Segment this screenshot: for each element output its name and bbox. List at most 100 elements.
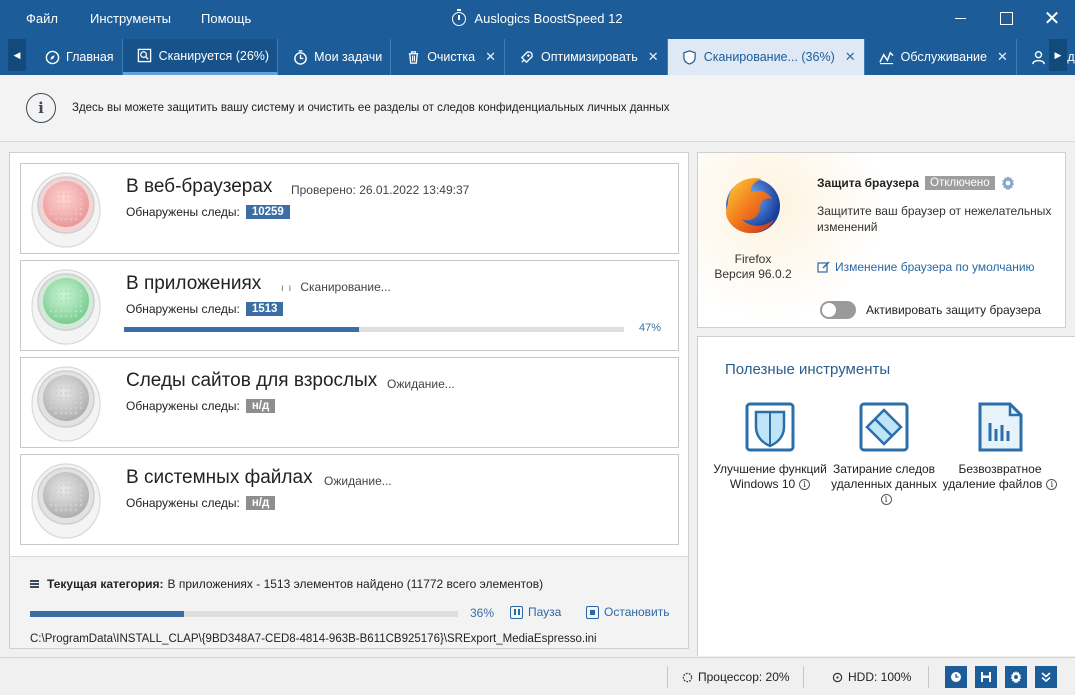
traces-found-label: Обнаружены следы: bbox=[126, 302, 240, 316]
schedule-button[interactable] bbox=[945, 666, 967, 688]
tab-label: Мои задачи bbox=[314, 50, 383, 64]
cpu-usage: Процессор: 20% bbox=[682, 670, 790, 684]
tab-7[interactable]: Обслуживание ✕ bbox=[865, 39, 1017, 75]
stopwatch-icon bbox=[452, 8, 467, 26]
tab-2[interactable]: Сканируется (26%) bbox=[122, 39, 279, 75]
browser-name: Firefox bbox=[734, 252, 772, 266]
scan-category-3[interactable]: Следы сайтов для взрослых Ожидание... Об… bbox=[20, 357, 679, 448]
hdd-usage: HDD: 100% bbox=[832, 670, 911, 684]
tool-file-shredder[interactable]: Безвозвратное удаление файлов i bbox=[940, 401, 1060, 492]
stop-icon bbox=[586, 605, 599, 619]
current-category-value: В приложениях - 1513 элементов найдено (… bbox=[167, 577, 544, 591]
tab-5[interactable]: Оптимизировать ✕ bbox=[505, 39, 668, 75]
category-progress-percent: 47% bbox=[639, 322, 662, 334]
traces-found-label: Обнаружены следы: bbox=[126, 399, 240, 413]
tab-close-icon[interactable]: ✕ bbox=[845, 49, 856, 65]
tab-close-icon[interactable]: ✕ bbox=[648, 49, 659, 65]
tab-label: Оптимизировать bbox=[540, 50, 638, 64]
traces-found: Обнаружены следы: н/д bbox=[126, 399, 276, 413]
maximize-button[interactable] bbox=[983, 0, 1029, 37]
scan-icon bbox=[137, 48, 153, 64]
shield-icon bbox=[682, 49, 698, 65]
info-icon[interactable]: i bbox=[880, 494, 892, 506]
tab-scroll-right-button[interactable]: ▶ bbox=[1049, 39, 1067, 71]
settings-button[interactable] bbox=[1005, 666, 1027, 688]
gear-icon bbox=[1010, 671, 1022, 683]
overall-progress-percent: 36% bbox=[470, 606, 495, 620]
save-icon bbox=[981, 672, 991, 682]
status-light-icon bbox=[31, 364, 101, 442]
protection-status-badge: Отключено bbox=[925, 176, 995, 190]
tool-wipe-label: Затирание следов удаленных данных bbox=[831, 462, 937, 491]
menu-help[interactable]: Помощь bbox=[201, 11, 281, 26]
category-status-text: Ожидание... bbox=[324, 474, 392, 488]
category-status-text: Ожидание... bbox=[387, 377, 455, 391]
traces-count-badge: н/д bbox=[245, 399, 276, 413]
overall-progress-bar bbox=[30, 611, 458, 617]
tab-3[interactable]: Мои задачи bbox=[278, 39, 392, 75]
list-icon bbox=[30, 580, 39, 588]
category-progress-bar bbox=[124, 327, 624, 332]
browser-protection-panel: Firefox Версия 96.0.2 Защита браузера От… bbox=[697, 152, 1066, 328]
status-bar: Процессор: 20% HDD: 100% bbox=[0, 657, 1075, 695]
tab-6[interactable]: Сканирование... (36%) ✕ bbox=[667, 39, 865, 75]
hdd-usage-text: HDD: 100% bbox=[848, 670, 912, 684]
expand-button[interactable] bbox=[1035, 666, 1057, 688]
scan-category-1[interactable]: В веб-браузерах Проверено: 26.01.2022 13… bbox=[20, 163, 679, 254]
pause-button[interactable]: Пауза bbox=[510, 605, 561, 619]
browser-protection-toggle[interactable] bbox=[820, 301, 856, 319]
tab-close-icon[interactable]: ✕ bbox=[997, 49, 1008, 65]
window-controls: ✕ bbox=[937, 0, 1075, 37]
tool-windows10-label: Улучшение функций Windows 10 bbox=[713, 462, 827, 491]
trash-icon bbox=[405, 49, 421, 65]
browser-version: Версия 96.0.2 bbox=[714, 267, 792, 281]
tool-windows10-tweaks[interactable]: Улучшение функций Windows 10 i bbox=[710, 401, 830, 492]
info-icon[interactable]: i bbox=[1046, 479, 1058, 491]
info-icon: i bbox=[26, 93, 56, 123]
traces-count-badge: 1513 bbox=[245, 302, 284, 316]
menu-bar: Файл Инструменты Помощь bbox=[0, 0, 281, 37]
category-status-text: Проверено: 26.01.2022 13:49:37 bbox=[291, 183, 470, 197]
scan-progress-footer: Текущая категория: В приложениях - 1513 … bbox=[10, 556, 688, 648]
tab-label: Обслуживание bbox=[900, 50, 987, 64]
minimize-button[interactable] bbox=[937, 0, 983, 37]
tab-label: Главная bbox=[66, 50, 114, 64]
pause-label: Пауза bbox=[528, 605, 562, 619]
eraser-icon bbox=[859, 402, 909, 452]
category-status: Ожидание... bbox=[324, 474, 392, 488]
pulse-icon bbox=[879, 49, 895, 65]
close-window-button[interactable]: ✕ bbox=[1029, 0, 1075, 37]
tab-1[interactable]: Главная bbox=[30, 39, 123, 75]
tab-close-icon[interactable]: ✕ bbox=[485, 49, 496, 65]
scan-categories-panel: В веб-браузерах Проверено: 26.01.2022 13… bbox=[9, 152, 689, 649]
category-name: В приложениях bbox=[126, 273, 262, 294]
category-name: В системных файлах bbox=[126, 467, 313, 488]
category-status: Ожидание... bbox=[387, 377, 455, 391]
status-light-icon bbox=[31, 461, 101, 539]
change-default-browser-link[interactable]: Изменение браузера по умолчанию bbox=[817, 260, 1035, 274]
user-icon bbox=[1031, 49, 1047, 65]
scan-category-2[interactable]: В приложениях ı ı Сканирование... Обнаруж… bbox=[20, 260, 679, 351]
menu-file[interactable]: Файл bbox=[0, 11, 90, 26]
gear-icon[interactable] bbox=[1001, 176, 1015, 190]
save-button[interactable] bbox=[975, 666, 997, 688]
stop-button[interactable]: Остановить bbox=[586, 605, 670, 619]
traces-found: Обнаружены следы: н/д bbox=[126, 496, 276, 510]
title-bar: Файл Инструменты Помощь Auslogics BoostS… bbox=[0, 0, 1075, 37]
stop-label: Остановить bbox=[604, 605, 670, 619]
tab-scroll-left-button[interactable]: ◀ bbox=[8, 39, 26, 71]
current-category: Текущая категория: В приложениях - 1513 … bbox=[30, 577, 543, 591]
change-default-browser-label: Изменение браузера по умолчанию bbox=[835, 260, 1035, 274]
useful-tools-title: Полезные инструменты bbox=[725, 361, 891, 378]
category-name: Следы сайтов для взрослых bbox=[126, 370, 378, 391]
tool-wipe-free-space[interactable]: Затирание следов удаленных данных i bbox=[824, 401, 944, 507]
protection-header: Защита браузера Отключено bbox=[817, 176, 1015, 190]
tab-4[interactable]: Очистка ✕ bbox=[391, 39, 505, 75]
browser-protection-toggle-label: Активировать защиту браузера bbox=[866, 303, 1041, 317]
info-icon[interactable]: i bbox=[799, 479, 811, 491]
firefox-logo-icon bbox=[726, 178, 780, 234]
scan-category-4[interactable]: В системных файлах Ожидание... Обнаружен… bbox=[20, 454, 679, 545]
traces-found: Обнаружены следы: 10259 bbox=[126, 205, 290, 219]
menu-tools[interactable]: Инструменты bbox=[90, 11, 201, 26]
tab-label: Сканируется (26%) bbox=[158, 48, 270, 63]
